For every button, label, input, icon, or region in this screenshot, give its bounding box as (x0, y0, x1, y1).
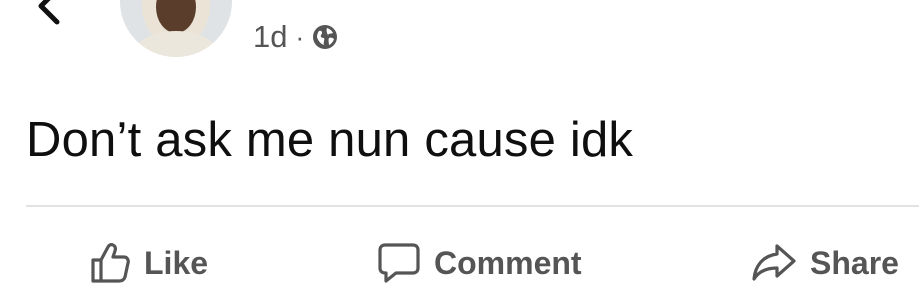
post-meta: 1d · (253, 19, 338, 55)
divider (26, 205, 919, 207)
share-arrow-icon (752, 244, 796, 281)
chevron-left-icon (38, 0, 60, 25)
avatar-image (120, 0, 232, 57)
like-button[interactable]: Like (88, 240, 208, 286)
post-text: Don’t ask me nun cause idk (26, 113, 634, 167)
like-label: Like (144, 244, 209, 281)
comment-button[interactable]: Comment (376, 240, 582, 286)
avatar[interactable] (120, 0, 232, 57)
comment-label: Comment (434, 244, 582, 281)
meta-separator: · (295, 21, 305, 52)
thumbs-up-icon (91, 243, 130, 283)
comment-bubble-icon (378, 243, 420, 283)
post-timestamp[interactable]: 1d (253, 19, 287, 55)
globe-icon (312, 24, 338, 50)
share-label: Share (810, 244, 899, 281)
share-button[interactable]: Share (750, 240, 899, 286)
back-button[interactable] (28, 0, 68, 26)
